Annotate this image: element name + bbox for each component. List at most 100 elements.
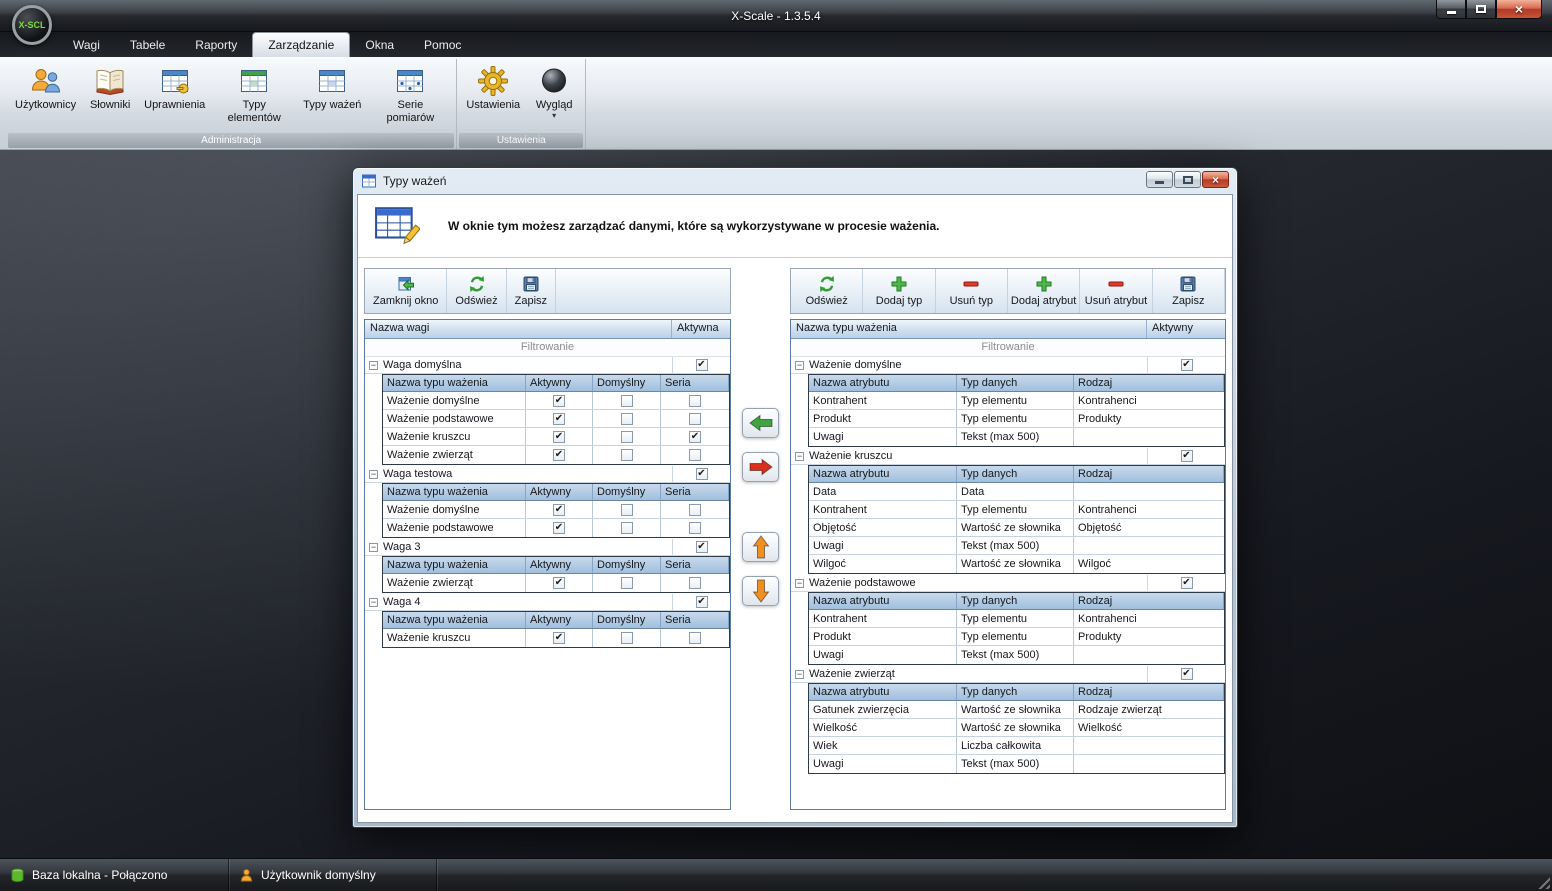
waga-active-checkbox[interactable] [696, 468, 708, 480]
weighing-type-group-row[interactable]: −Ważenie podstawowe [791, 575, 1225, 592]
toolbar-button-zapisz[interactable]: Zapisz [1153, 269, 1225, 313]
dialog-maximize-button[interactable] [1174, 171, 1201, 188]
ribbon-button-slowniki[interactable]: Słowniki [82, 62, 138, 114]
attribute-row[interactable]: ProduktTyp elementuProdukty [809, 410, 1224, 428]
typ-active-checkbox[interactable] [1181, 668, 1193, 680]
seria-checkbox[interactable] [689, 449, 701, 461]
toolbar-button-zamknij-okno[interactable]: Zamknij okno [365, 269, 447, 313]
transfer-up-button[interactable] [742, 532, 779, 562]
close-button[interactable]: × [1496, 0, 1542, 19]
transfer-right-button[interactable] [742, 452, 779, 482]
toolbar-button-usun-atrybut[interactable]: Usuń atrybut [1080, 269, 1152, 313]
seria-checkbox[interactable] [689, 395, 701, 407]
column-header-nazwa-typu-wazenia[interactable]: Nazwa typu ważenia [791, 320, 1147, 338]
weighing-type-row[interactable]: Ważenie domyślne [383, 501, 729, 519]
aktywny-checkbox[interactable] [553, 395, 565, 407]
waga-row[interactable]: −Waga 3 [365, 539, 730, 556]
weighing-type-row[interactable]: Ważenie podstawowe [383, 519, 729, 537]
filter-row[interactable]: Filtrowanie [791, 339, 1225, 357]
collapse-icon[interactable]: − [795, 452, 804, 461]
domyslny-checkbox[interactable] [621, 577, 633, 589]
dialog-minimize-button[interactable] [1146, 171, 1173, 188]
weighing-type-row[interactable]: Ważenie podstawowe [383, 410, 729, 428]
waga-row[interactable]: −Waga domyślna [365, 357, 730, 374]
aktywny-checkbox[interactable] [553, 522, 565, 534]
attribute-row[interactable]: Gatunek zwierzęciaWartość ze słownikaRod… [809, 701, 1224, 719]
toolbar-button-zapisz[interactable]: Zapisz [507, 269, 556, 313]
transfer-down-button[interactable] [742, 576, 779, 606]
maximize-button[interactable] [1466, 0, 1496, 19]
domyslny-checkbox[interactable] [621, 449, 633, 461]
domyslny-checkbox[interactable] [621, 632, 633, 644]
seria-checkbox[interactable] [689, 413, 701, 425]
ribbon-button-uzytkownicy[interactable]: Użytkownicy [9, 62, 82, 114]
weighing-type-group-row[interactable]: −Ważenie kruszcu [791, 448, 1225, 465]
toolbar-button-dodaj-typ[interactable]: Dodaj typ [863, 269, 935, 313]
menu-tab-tabele[interactable]: Tabele [115, 32, 180, 57]
weighing-type-row[interactable]: Ważenie kruszcu [383, 629, 729, 647]
collapse-icon[interactable]: − [795, 670, 804, 679]
seria-checkbox[interactable] [689, 431, 701, 443]
menu-tab-pomoc[interactable]: Pomoc [409, 32, 476, 57]
attribute-row[interactable]: UwagiTekst (max 500) [809, 646, 1224, 664]
column-header-aktywny[interactable]: Aktywny [1147, 320, 1225, 338]
aktywny-checkbox[interactable] [553, 413, 565, 425]
ribbon-button-uprawnienia[interactable]: Uprawnienia [138, 62, 211, 114]
domyslny-checkbox[interactable] [621, 413, 633, 425]
attribute-row[interactable]: KontrahentTyp elementuKontrahenci [809, 610, 1224, 628]
dialog-close-button[interactable]: × [1202, 171, 1229, 188]
attribute-row[interactable]: ProduktTyp elementuProdukty [809, 628, 1224, 646]
attribute-row[interactable]: WiekLiczba całkowita [809, 737, 1224, 755]
weighing-type-row[interactable]: Ważenie zwierząt [383, 574, 729, 592]
weighing-type-row[interactable]: Ważenie domyślne [383, 392, 729, 410]
aktywny-checkbox[interactable] [553, 449, 565, 461]
waga-row[interactable]: −Waga testowa [365, 466, 730, 483]
collapse-icon[interactable]: − [369, 361, 378, 370]
column-header-nazwa-wagi[interactable]: Nazwa wagi [365, 320, 672, 338]
dialog-titlebar[interactable]: Typy ważeń × [353, 168, 1237, 194]
ribbon-button-ustawienia[interactable]: Ustawienia [460, 62, 526, 114]
ribbon-button-typy-elementow[interactable]: Typy elementów [211, 62, 297, 126]
waga-active-checkbox[interactable] [696, 541, 708, 553]
toolbar-button-usun-typ[interactable]: Usuń typ [936, 269, 1008, 313]
toolbar-button-dodaj-atrybut[interactable]: Dodaj atrybut [1008, 269, 1080, 313]
column-header-aktywna[interactable]: Aktywna [672, 320, 730, 338]
menu-tab-okna[interactable]: Okna [350, 32, 409, 57]
menu-tab-raporty[interactable]: Raporty [180, 32, 252, 57]
attribute-row[interactable]: UwagiTekst (max 500) [809, 428, 1224, 446]
collapse-icon[interactable]: − [795, 361, 804, 370]
attribute-row[interactable]: ObjętośćWartość ze słownikaObjętość [809, 519, 1224, 537]
seria-checkbox[interactable] [689, 577, 701, 589]
aktywny-checkbox[interactable] [553, 504, 565, 516]
resize-grip[interactable] [1535, 874, 1550, 889]
domyslny-checkbox[interactable] [621, 395, 633, 407]
menu-tab-wagi[interactable]: Wagi [58, 32, 115, 57]
aktywny-checkbox[interactable] [553, 632, 565, 644]
domyslny-checkbox[interactable] [621, 522, 633, 534]
attribute-row[interactable]: UwagiTekst (max 500) [809, 755, 1224, 773]
ribbon-button-serie-pomiarow[interactable]: Serie pomiarów [367, 62, 453, 126]
collapse-icon[interactable]: − [369, 470, 378, 479]
aktywny-checkbox[interactable] [553, 431, 565, 443]
collapse-icon[interactable]: − [369, 543, 378, 552]
attribute-row[interactable]: KontrahentTyp elementuKontrahenci [809, 392, 1224, 410]
filter-row[interactable]: Filtrowanie [365, 339, 730, 357]
menu-tab-zarzadzanie[interactable]: Zarządzanie [252, 32, 350, 57]
collapse-icon[interactable]: − [369, 598, 378, 607]
waga-row[interactable]: −Waga 4 [365, 594, 730, 611]
attribute-row[interactable]: UwagiTekst (max 500) [809, 537, 1224, 555]
typ-active-checkbox[interactable] [1181, 359, 1193, 371]
domyslny-checkbox[interactable] [621, 504, 633, 516]
toolbar-button-odswiez[interactable]: Odśwież [791, 269, 863, 313]
attribute-row[interactable]: WielkośćWartość ze słownikaWielkość [809, 719, 1224, 737]
typ-active-checkbox[interactable] [1181, 577, 1193, 589]
weighing-type-group-row[interactable]: −Ważenie domyślne [791, 357, 1225, 374]
waga-active-checkbox[interactable] [696, 596, 708, 608]
ribbon-button-typy-wazen[interactable]: Typy ważeń [297, 62, 367, 114]
ribbon-button-wyglad[interactable]: Wygląd▾ [526, 62, 582, 122]
domyslny-checkbox[interactable] [621, 431, 633, 443]
aktywny-checkbox[interactable] [553, 577, 565, 589]
attribute-row[interactable]: KontrahentTyp elementuKontrahenci [809, 501, 1224, 519]
typ-active-checkbox[interactable] [1181, 450, 1193, 462]
waga-active-checkbox[interactable] [696, 359, 708, 371]
